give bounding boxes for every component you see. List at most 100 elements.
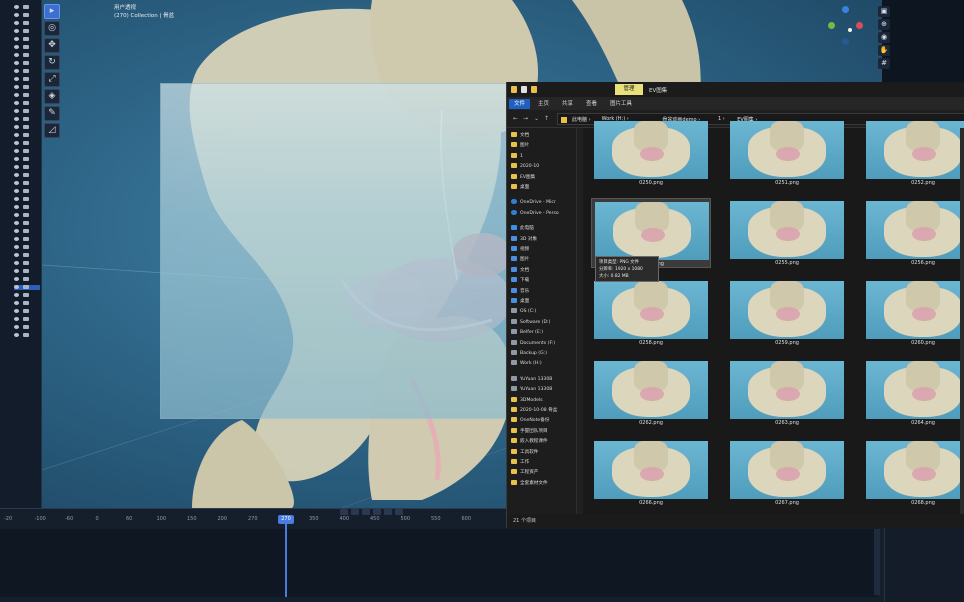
nav-item[interactable]: 手握团队项目: [511, 427, 575, 436]
zoom-icon[interactable]: ⊕: [878, 19, 890, 30]
outliner-row[interactable]: [14, 21, 40, 26]
outliner-row[interactable]: [14, 85, 40, 90]
hand-icon[interactable]: ✋: [878, 45, 890, 56]
file-thumbnail[interactable]: 0268.png: [863, 438, 964, 508]
outliner-row[interactable]: [14, 301, 40, 306]
navigation-gizmo[interactable]: [796, 4, 876, 74]
cursor-tool-icon[interactable]: ◎: [44, 21, 60, 36]
visibility-eye-icon[interactable]: [14, 125, 19, 129]
render-camera-icon[interactable]: [23, 261, 29, 265]
outliner-row[interactable]: [14, 101, 40, 106]
outliner-row[interactable]: [14, 69, 40, 74]
render-camera-icon[interactable]: [23, 189, 29, 193]
quick-access-folder-icon[interactable]: [511, 86, 517, 93]
outliner-row[interactable]: [14, 237, 40, 242]
render-camera-icon[interactable]: [23, 13, 29, 17]
outliner-row[interactable]: [14, 141, 40, 146]
render-camera-icon[interactable]: [23, 221, 29, 225]
render-camera-icon[interactable]: [23, 149, 29, 153]
outliner-row[interactable]: [14, 253, 40, 258]
nav-item[interactable]: 音乐: [511, 287, 575, 296]
file-explorer-window[interactable]: 管理 EV图集 文件 主页 共享 查看 图片工具 ← → ⌄ ↑ 此电脑 › Work (…: [506, 82, 964, 528]
nav-item[interactable]: 桌面: [511, 183, 575, 192]
properties-icon[interactable]: [521, 86, 527, 93]
render-camera-icon[interactable]: [23, 133, 29, 137]
recent-icon[interactable]: ⌄: [534, 115, 539, 122]
outliner-row[interactable]: [14, 333, 40, 338]
visibility-eye-icon[interactable]: [14, 141, 19, 145]
outliner-row[interactable]: [14, 221, 40, 226]
outliner-row[interactable]: [14, 245, 40, 250]
visibility-eye-icon[interactable]: [14, 253, 19, 257]
visibility-eye-icon[interactable]: [14, 325, 19, 329]
visibility-eye-icon[interactable]: [14, 229, 19, 233]
jump-start-icon[interactable]: [340, 509, 348, 515]
visibility-eye-icon[interactable]: [14, 109, 19, 113]
ribbon-tab[interactable]: 文件: [509, 99, 531, 109]
camera-icon[interactable]: ◉: [878, 32, 890, 43]
file-thumbnail[interactable]: 0262.png: [591, 358, 711, 428]
render-camera-icon[interactable]: [23, 37, 29, 41]
outliner-row[interactable]: [14, 117, 40, 122]
nav-item[interactable]: 嵌入教程课件: [511, 437, 575, 446]
render-camera-icon[interactable]: [23, 253, 29, 257]
current-frame-indicator[interactable]: 270: [278, 515, 294, 524]
render-camera-icon[interactable]: [23, 205, 29, 209]
next-key-icon[interactable]: [384, 509, 392, 515]
nav-item[interactable]: 图片: [511, 141, 575, 150]
render-camera-icon[interactable]: [23, 325, 29, 329]
breadcrumb-segment[interactable]: 此电脑 ›: [572, 116, 591, 123]
render-camera-icon[interactable]: [23, 269, 29, 273]
file-thumbnail[interactable]: 0266.png: [591, 438, 711, 508]
outliner-row[interactable]: [14, 133, 40, 138]
render-camera-icon[interactable]: [23, 173, 29, 177]
visibility-eye-icon[interactable]: [14, 333, 19, 337]
move-tool-icon[interactable]: ✥: [44, 38, 60, 53]
nav-item[interactable]: OneDrive - Micr: [511, 198, 575, 207]
visibility-eye-icon[interactable]: [14, 293, 19, 297]
scale-tool-icon[interactable]: ⤢: [44, 72, 60, 87]
play-icon[interactable]: [373, 509, 381, 515]
visibility-eye-icon[interactable]: [14, 45, 19, 49]
render-camera-icon[interactable]: [23, 45, 29, 49]
visibility-eye-icon[interactable]: [14, 93, 19, 97]
nav-item[interactable]: 3DModels: [511, 396, 575, 405]
render-camera-icon[interactable]: [23, 181, 29, 185]
outliner-row[interactable]: [14, 165, 40, 170]
visibility-eye-icon[interactable]: [14, 317, 19, 321]
nav-item[interactable]: Documents (F:): [511, 339, 575, 348]
outliner-row[interactable]: [14, 293, 40, 298]
file-thumbnail[interactable]: 0252.png: [863, 118, 964, 188]
render-camera-icon[interactable]: [23, 77, 29, 81]
visibility-eye-icon[interactable]: [14, 69, 19, 73]
outliner-row[interactable]: [14, 317, 40, 322]
visibility-eye-icon[interactable]: [14, 133, 19, 137]
visibility-eye-icon[interactable]: [14, 61, 19, 65]
visibility-eye-icon[interactable]: [14, 205, 19, 209]
nav-item[interactable]: 工作: [511, 458, 575, 467]
outliner-row[interactable]: [14, 197, 40, 202]
file-thumbnail[interactable]: 0255.png: [727, 198, 847, 268]
file-thumbnail[interactable]: 0259.png: [727, 278, 847, 348]
file-thumbnail[interactable]: 0258.png: [591, 278, 711, 348]
visibility-eye-icon[interactable]: [14, 77, 19, 81]
nav-item[interactable]: OneNote备份: [511, 416, 575, 425]
outliner-row[interactable]: [14, 109, 40, 114]
outliner-row[interactable]: [14, 181, 40, 186]
prev-key-icon[interactable]: [351, 509, 359, 515]
outliner-row[interactable]: [14, 77, 40, 82]
rotate-tool-icon[interactable]: ↻: [44, 55, 60, 70]
nav-item[interactable]: 此电脑: [511, 224, 575, 233]
breadcrumb-segment[interactable]: 1 ›: [718, 116, 725, 122]
outliner-row[interactable]: [14, 37, 40, 42]
visibility-eye-icon[interactable]: [14, 85, 19, 89]
file-thumbnail[interactable]: 0256.png: [863, 198, 964, 268]
outliner-row[interactable]: [14, 269, 40, 274]
render-camera-icon[interactable]: [23, 141, 29, 145]
outliner-panel[interactable]: [0, 0, 42, 508]
nav-item[interactable]: 1: [511, 152, 575, 161]
explorer-titlebar[interactable]: 管理 EV图集: [507, 82, 964, 97]
ribbon-tab[interactable]: 共享: [557, 99, 578, 109]
ribbon-tab[interactable]: 图片工具: [605, 99, 637, 109]
timeline-scrollbar[interactable]: [874, 529, 880, 595]
